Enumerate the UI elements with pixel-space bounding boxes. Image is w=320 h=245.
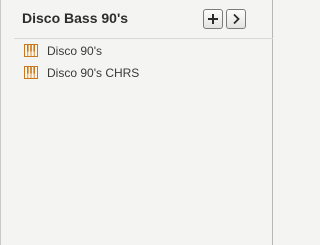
list-item-label: Disco 90's xyxy=(47,44,102,58)
chevron-right-icon xyxy=(233,13,240,25)
browser-panel: Disco Bass 90's Disco 90's Disco 90's CH… xyxy=(0,0,273,245)
list-item-label: Disco 90's CHRS xyxy=(47,66,140,80)
next-button[interactable] xyxy=(226,9,246,29)
header-divider xyxy=(14,38,273,39)
piano-keyboard-icon xyxy=(24,44,38,57)
list-item[interactable]: Disco 90's CHRS xyxy=(0,62,273,84)
preset-list: Disco 90's Disco 90's CHRS xyxy=(0,40,273,84)
plus-icon xyxy=(208,14,218,24)
panel-title: Disco Bass 90's xyxy=(22,10,129,26)
add-button[interactable] xyxy=(203,9,223,29)
piano-keyboard-icon xyxy=(24,66,38,79)
panel-header: Disco Bass 90's xyxy=(0,0,273,38)
list-item[interactable]: Disco 90's xyxy=(0,40,273,62)
